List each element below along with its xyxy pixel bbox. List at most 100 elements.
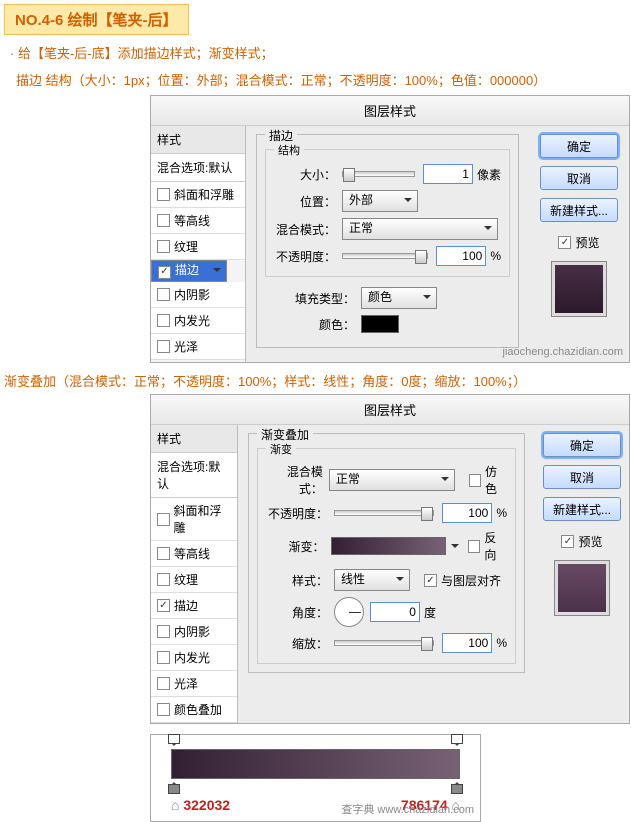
desc-line-3: 渐变叠加（混合模式：正常；不透明度：100%；样式：线性；角度：0度；缩放：10… (0, 363, 631, 394)
opacity-slider[interactable] (334, 510, 434, 516)
dialog-buttons: 确定 取消 新建样式... 预览 (535, 425, 629, 723)
cancel-button[interactable]: 取消 (543, 465, 621, 489)
style-item-color-overlay[interactable]: 颜色叠加 (151, 697, 237, 723)
style-label: 纹理 (174, 571, 198, 588)
style-label: 描边 (174, 597, 198, 614)
checkbox-icon[interactable] (157, 188, 170, 201)
opacity-stop-icon[interactable] (451, 736, 463, 750)
style-item-inner-glow[interactable]: 内发光 (151, 308, 245, 334)
watermark: 查字典 www.chazidian.com (341, 801, 474, 817)
stop-color-left: 322032 (183, 797, 230, 813)
slider-thumb-icon[interactable] (343, 168, 355, 182)
style-label: 光泽 (174, 338, 198, 355)
opacity-input[interactable]: 100 (442, 503, 492, 523)
gradient-swatch[interactable] (331, 537, 446, 555)
angle-input[interactable]: 0 (370, 602, 420, 622)
blend-mode-label: 混合模式： (274, 221, 336, 238)
scale-input[interactable]: 100 (442, 633, 492, 653)
slider-thumb-icon[interactable] (421, 637, 433, 651)
size-slider[interactable] (342, 171, 415, 177)
dialog-buttons: 确定 取消 新建样式... 预览 (529, 126, 629, 362)
style-select[interactable]: 线性 (334, 569, 410, 591)
style-label: 内阴影 (174, 286, 210, 303)
new-style-button[interactable]: 新建样式... (543, 497, 621, 521)
deg-label: 度 (424, 604, 436, 621)
cancel-button[interactable]: 取消 (540, 166, 618, 190)
angle-label: 角度： (266, 604, 328, 621)
position-select[interactable]: 外部 (342, 190, 418, 212)
checkbox-icon[interactable] (157, 240, 170, 253)
style-label: 样式： (266, 572, 328, 589)
dither-label: 仿色 (485, 463, 507, 497)
style-item-bevel[interactable]: 斜面和浮雕 (151, 498, 237, 541)
fill-type-select[interactable]: 颜色 (361, 287, 437, 309)
checkbox-icon[interactable] (157, 703, 170, 716)
style-item-inner-glow[interactable]: 内发光 (151, 645, 237, 671)
section-header: NO.4-6 绘制【笔夹-后】 (4, 4, 189, 35)
blend-options-default[interactable]: 混合选项:默认 (151, 154, 245, 182)
ok-button[interactable]: 确定 (543, 433, 621, 457)
style-label: 光泽 (174, 675, 198, 692)
styles-header[interactable]: 样式 (151, 425, 237, 453)
checkbox-icon[interactable] (157, 677, 170, 690)
color-stop-icon[interactable] (451, 778, 463, 792)
checkbox-icon[interactable] (558, 236, 571, 249)
checkbox-icon[interactable] (157, 214, 170, 227)
style-item-stroke[interactable]: 描边 (151, 260, 227, 282)
style-item-inner-shadow[interactable]: 内阴影 (151, 619, 237, 645)
sub-group-title: 结构 (274, 142, 304, 158)
checkbox-icon[interactable] (157, 340, 170, 353)
checkbox-icon[interactable] (157, 314, 170, 327)
checkbox-icon[interactable] (157, 599, 170, 612)
scale-slider[interactable] (334, 640, 434, 646)
checkbox-icon[interactable] (157, 573, 170, 586)
style-item-bevel[interactable]: 斜面和浮雕 (151, 182, 245, 208)
desc-line-1: · 给【笔夹-后-底】添加描边样式；渐变样式； (0, 35, 631, 66)
blend-mode-select[interactable]: 正常 (329, 469, 455, 491)
blend-mode-label: 混合模式： (266, 463, 323, 497)
style-label: 内发光 (174, 649, 210, 666)
style-label: 颜色叠加 (174, 701, 222, 718)
style-item-inner-shadow[interactable]: 内阴影 (151, 282, 245, 308)
color-label: 颜色： (265, 316, 355, 333)
opacity-slider[interactable] (342, 253, 428, 259)
slider-thumb-icon[interactable] (421, 507, 433, 521)
color-stop-icon[interactable] (168, 778, 180, 792)
scale-label: 缩放： (266, 635, 328, 652)
stroke-panel: 描边 结构 大小： 1 像素 位置： 外部 混合模式： 正 (246, 126, 529, 362)
color-swatch[interactable] (361, 315, 399, 333)
checkbox-icon[interactable] (157, 547, 170, 560)
ok-button[interactable]: 确定 (540, 134, 618, 158)
styles-header[interactable]: 样式 (151, 126, 245, 154)
checkbox-icon[interactable] (424, 574, 437, 587)
angle-dial[interactable] (334, 597, 364, 627)
style-label: 等高线 (174, 212, 210, 229)
style-item-texture[interactable]: 纹理 (151, 567, 237, 593)
opacity-stop-icon[interactable] (168, 736, 180, 750)
position-label: 位置： (274, 193, 336, 210)
checkbox-icon[interactable] (469, 474, 481, 487)
checkbox-icon[interactable] (157, 513, 170, 526)
style-item-contour[interactable]: 等高线 (151, 541, 237, 567)
style-item-satin[interactable]: 光泽 (151, 334, 245, 360)
slider-thumb-icon[interactable] (415, 250, 427, 264)
style-item-stroke[interactable]: 描边 (151, 593, 237, 619)
size-input[interactable]: 1 (423, 164, 473, 184)
desc-line-2: 描边 结构（大小：1px；位置：外部；混合模式：正常；不透明度：100%；色值：… (0, 66, 631, 95)
blend-mode-select[interactable]: 正常 (342, 218, 498, 240)
new-style-button[interactable]: 新建样式... (540, 198, 618, 222)
opacity-input[interactable]: 100 (436, 246, 486, 266)
gradient-bar[interactable] (171, 749, 460, 779)
checkbox-icon[interactable] (157, 288, 170, 301)
style-item-texture[interactable]: 纹理 (151, 234, 245, 260)
checkbox-icon[interactable] (468, 540, 480, 553)
blend-options-default[interactable]: 混合选项:默认 (151, 453, 237, 498)
checkbox-icon[interactable] (157, 625, 170, 638)
style-item-satin[interactable]: 光泽 (151, 671, 237, 697)
style-item-contour[interactable]: 等高线 (151, 208, 245, 234)
layer-style-dialog-stroke: 图层样式 样式 混合选项:默认 斜面和浮雕 等高线 纹理 描边 内阴影 内发光 … (150, 95, 630, 363)
checkbox-icon[interactable] (561, 535, 574, 548)
checkbox-icon[interactable] (158, 266, 171, 279)
pct-label: % (490, 249, 501, 263)
style-label: 斜面和浮雕 (174, 186, 234, 203)
